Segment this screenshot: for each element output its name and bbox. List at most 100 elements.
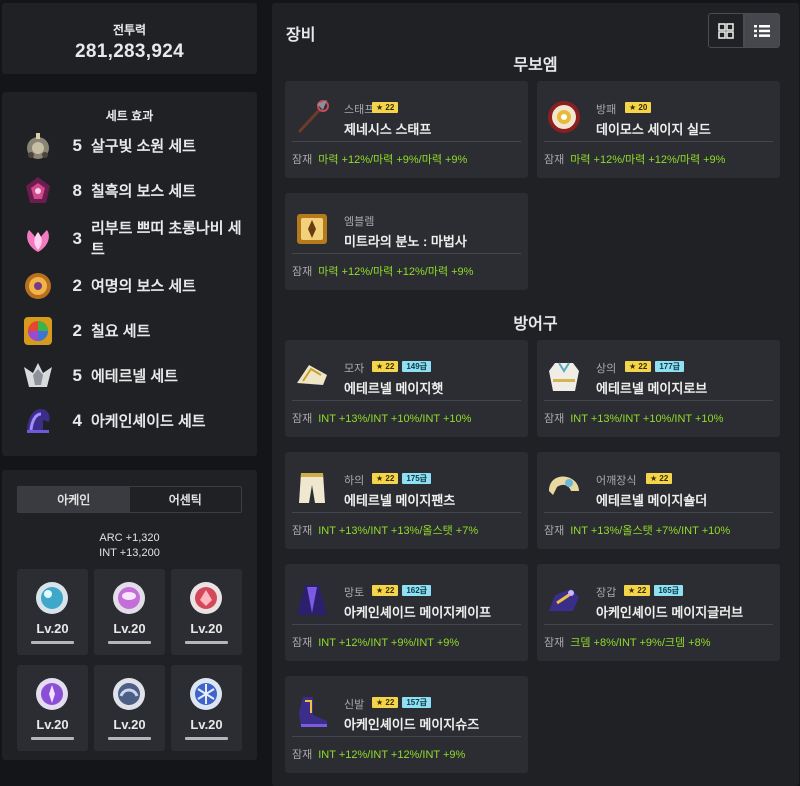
potential-value: INT +12%/INT +12%/INT +9% (318, 749, 466, 761)
set-row-dawn-boss[interactable]: 2 여명의 보스 세트 (20, 268, 245, 304)
set-count: 3 (72, 229, 82, 248)
grade-badge: 165급 (654, 585, 684, 596)
petit-butterfly-icon (20, 221, 56, 257)
potential-line: 잠재 INT +13%/INT +10%/INT +10% (292, 410, 471, 426)
potential-line: 잠재 INT +13%/INT +13%/올스탯 +7% (292, 522, 478, 538)
symbol-level: Lv.20 (190, 621, 223, 636)
pants-icon (299, 473, 325, 503)
equipment-card-emblem[interactable]: 엠블렘 미트라의 분노 : 마법사 잠재 마력 +12%/마력 +12%/마력 +… (285, 193, 528, 290)
combat-power-value: 281,283,924 (75, 41, 184, 62)
potential-value: 마력 +12%/마력 +9%/마력 +9% (318, 154, 468, 166)
starforce-badge: ★ 22 (372, 697, 399, 708)
esfera-symbol-icon (190, 678, 222, 710)
grade-badge: 149급 (402, 361, 432, 372)
potential-label: 잠재 (292, 266, 313, 278)
grid-icon (718, 22, 734, 39)
set-row-pitch-boss[interactable]: 8 칠흑의 보스 세트 (20, 173, 245, 209)
vanishing-journey-symbol-icon (36, 582, 68, 614)
set-row-eternal[interactable]: 5 에테르넬 세트 (20, 358, 245, 394)
staff-icon (297, 100, 329, 134)
potential-line: 잠재 INT +13%/INT +10%/INT +10% (544, 410, 723, 426)
list-view-button[interactable] (744, 13, 780, 48)
divider (292, 253, 521, 254)
equipment-card-top[interactable]: 상의 ★ 22 177급 에테르넬 메이지로브 잠재 INT +13%/INT +… (537, 340, 780, 437)
badges: ★ 22 157급 (372, 697, 432, 708)
potential-line: 잠재 마력 +12%/마력 +12%/마력 +9% (292, 263, 473, 279)
starforce-value: 22 (385, 586, 395, 595)
equipment-card-bottom[interactable]: 하의 ★ 22 175급 에테르넬 메이지팬츠 잠재 INT +13%/INT +… (285, 452, 528, 549)
potential-label: 잠재 (544, 154, 565, 166)
equipment-type: 엠블렘 (344, 216, 375, 228)
badges: ★ 22 165급 (624, 585, 684, 596)
tab-authentic[interactable]: 어센틱 (130, 487, 242, 512)
set-effects-title: 세트 효과 (105, 109, 154, 123)
divider (544, 400, 773, 401)
symbol-progress-bar (31, 737, 74, 740)
divider (292, 624, 521, 625)
equipment-card-shield[interactable]: 방패 ★ 20 데이모스 세이지 실드 잠재 마력 +12%/마력 +12%/마력… (537, 81, 780, 178)
equipment-card-shoulder[interactable]: 어깨장식 ★ 22 에테르넬 메이지숄더 잠재 INT +13%/올스탯 +7%/… (537, 452, 780, 549)
potential-line: 잠재 마력 +12%/마력 +12%/마력 +9% (544, 151, 725, 167)
combat-power-label: 전투력 (112, 23, 147, 37)
symbol-level: Lv.20 (36, 717, 69, 732)
equipment-type: 장갑 (596, 587, 617, 599)
equipment-card-cape[interactable]: 망토 ★ 22 162급 아케인셰이드 메이지케이프 잠재 INT +12%/IN… (285, 564, 528, 661)
symbol-progress-bar (185, 641, 228, 644)
potential-value: INT +13%/INT +13%/올스탯 +7% (318, 525, 479, 537)
potential-label: 잠재 (292, 525, 313, 537)
equipment-card-shoes[interactable]: 신발 ★ 22 157급 아케인셰이드 메이지슈즈 잠재 INT +12%/INT… (285, 676, 528, 773)
set-row-petit-butterfly[interactable]: 3 리부트 쁘띠 초롱나비 세트 (20, 218, 245, 260)
set-name: 에테르넬 세트 (91, 367, 178, 385)
potential-value: INT +13%/INT +10%/INT +10% (570, 413, 724, 425)
set-row-apricot[interactable]: 5 살구빛 소원 세트 (20, 128, 245, 164)
potential-value: INT +12%/INT +9%/INT +9% (318, 637, 460, 649)
tab-arcane[interactable]: 아케인 (18, 487, 130, 512)
starforce-badge: ★ 22 (372, 473, 399, 484)
potential-value: INT +13%/올스탯 +7%/INT +10% (570, 525, 731, 537)
symbol-card[interactable]: Lv.20 (94, 569, 165, 655)
starforce-badge: ★ 22 (624, 585, 651, 596)
starforce-badge: ★ 22 (646, 473, 673, 484)
morass-symbol-icon (113, 678, 145, 710)
grade-badge: 177급 (655, 361, 685, 372)
divider (544, 624, 773, 625)
set-row-seven-days[interactable]: 2 칠요 세트 (20, 313, 245, 349)
potential-line: 잠재 크뎀 +8%/INT +9%/크뎀 +8% (544, 634, 711, 650)
set-row-arcane-shade[interactable]: 4 아케인셰이드 세트 (20, 403, 245, 439)
symbol-card[interactable]: Lv.20 (17, 665, 88, 751)
eternal-icon (20, 358, 56, 394)
list-icon (754, 24, 770, 37)
robe-icon (549, 362, 579, 391)
symbol-progress-bar (185, 737, 228, 740)
equipment-panel: 장비 무보엠 스태프 ★ 22 제네시스 스태프 잠재 마력 +12%/마력 +9… (272, 3, 799, 786)
shield-icon (548, 101, 580, 133)
badges: ★ 20 (625, 102, 652, 113)
badges: ★ 22 (372, 102, 399, 113)
equipment-name: 에테르넬 메이지팬츠 (344, 493, 456, 508)
weapon-section-title: 무보엠 (513, 57, 558, 74)
badges: ★ 22 162급 (372, 585, 432, 596)
equipment-card-hat[interactable]: 모자 ★ 22 149급 에테르넬 메이지햇 잠재 INT +13%/INT +1… (285, 340, 528, 437)
set-count: 5 (72, 366, 82, 385)
glove-icon (549, 589, 579, 611)
symbol-card[interactable]: Lv.20 (171, 569, 242, 655)
equipment-card-weapon[interactable]: 스태프 ★ 22 제네시스 스태프 잠재 마력 +12%/마력 +9%/마력 +9… (285, 81, 528, 178)
equipment-card-glove[interactable]: 장갑 ★ 22 165급 아케인셰이드 메이지글러브 잠재 크뎀 +8%/INT … (537, 564, 780, 661)
lachelein-symbol-icon (190, 582, 222, 614)
grid-view-button[interactable] (708, 13, 744, 48)
symbol-card[interactable]: Lv.20 (171, 665, 242, 751)
potential-label: 잠재 (544, 637, 565, 649)
potential-label: 잠재 (292, 637, 313, 649)
potential-value: 마력 +12%/마력 +12%/마력 +9% (570, 154, 726, 166)
arcane-shade-icon (20, 403, 56, 439)
set-count: 8 (72, 181, 82, 200)
potential-value: 크뎀 +8%/INT +9%/크뎀 +8% (570, 637, 711, 649)
symbol-card[interactable]: Lv.20 (94, 665, 165, 751)
equipment-type: 하의 (344, 475, 365, 487)
starforce-value: 22 (385, 698, 395, 707)
symbol-progress-bar (31, 641, 74, 644)
dawn-boss-icon (20, 268, 56, 304)
divider (292, 736, 521, 737)
symbol-card[interactable]: Lv.20 (17, 569, 88, 655)
arcana-symbol-icon (36, 678, 68, 710)
